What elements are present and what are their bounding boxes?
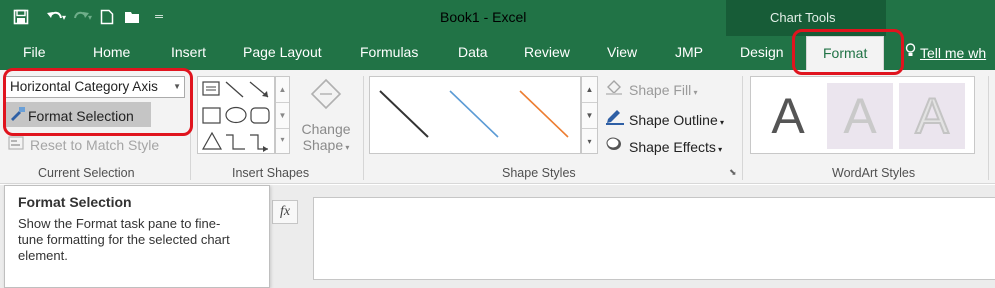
tab-design[interactable]: Design bbox=[740, 44, 784, 60]
tab-data[interactable]: Data bbox=[458, 44, 488, 60]
group-divider bbox=[190, 76, 191, 180]
tab-insert[interactable]: Insert bbox=[171, 44, 206, 60]
save-icon[interactable] bbox=[8, 4, 34, 30]
wordart-style-light[interactable]: A bbox=[827, 83, 893, 149]
pencil-outline-icon bbox=[605, 107, 629, 128]
shape-style-samples bbox=[379, 90, 569, 138]
tell-me-search[interactable]: Tell me wh bbox=[905, 43, 986, 61]
dialog-launcher-icon[interactable]: ⬊ bbox=[729, 167, 737, 178]
tab-formulas[interactable]: Formulas bbox=[360, 44, 418, 60]
format-selection-label: Format Selection bbox=[28, 108, 134, 124]
shape-fill-label: Shape Fill bbox=[629, 82, 692, 98]
reset-to-match-style-button: Reset to Match Style bbox=[8, 136, 159, 153]
wordart-styles-gallery[interactable]: A A A bbox=[750, 76, 975, 154]
paint-bucket-icon bbox=[605, 79, 629, 98]
tab-view[interactable]: View bbox=[607, 44, 637, 60]
shape-fill-button: Shape Fill ▾ bbox=[605, 79, 698, 98]
shape-effects-icon bbox=[605, 136, 629, 155]
tab-format[interactable]: Format bbox=[806, 36, 885, 70]
formula-bar-input[interactable] bbox=[313, 197, 995, 280]
new-document-icon[interactable] bbox=[94, 4, 120, 30]
shape-style-line-sample[interactable] bbox=[519, 90, 569, 138]
scroll-down-icon[interactable]: ▼ bbox=[276, 103, 289, 129]
gallery-expand-icon[interactable]: ▾ bbox=[582, 129, 597, 155]
tab-home[interactable]: Home bbox=[93, 44, 130, 60]
change-shape-label-line2: Shape ▾ bbox=[302, 137, 350, 153]
redo-dropdown-icon: ▾ bbox=[88, 12, 93, 22]
gallery-expand-icon[interactable]: ▾ bbox=[276, 129, 289, 153]
format-selection-button[interactable]: Format Selection bbox=[6, 102, 151, 127]
shape-styles-gallery[interactable] bbox=[369, 76, 581, 154]
wordart-style-plain[interactable]: A bbox=[755, 83, 821, 149]
scroll-up-icon[interactable]: ▲ bbox=[582, 77, 597, 103]
group-label-wordart-styles: WordArt Styles bbox=[832, 166, 916, 180]
scroll-down-icon[interactable]: ▼ bbox=[582, 103, 597, 129]
format-paint-icon bbox=[10, 106, 28, 124]
change-shape-icon bbox=[310, 78, 342, 110]
group-divider bbox=[363, 76, 364, 180]
chart-tools-title: Chart Tools bbox=[770, 10, 836, 25]
group-label-current-selection: Current Selection bbox=[38, 166, 135, 180]
chart-element-selector-value: Horizontal Category Axis bbox=[10, 79, 158, 94]
shapes-gallery-scroll[interactable]: ▲ ▼ ▾ bbox=[275, 76, 290, 154]
undo-dropdown-icon[interactable]: ▾ bbox=[62, 13, 66, 22]
shape-effects-label: Shape Effects bbox=[629, 139, 716, 155]
lightbulb-icon bbox=[905, 43, 916, 61]
change-shape-button: Change Shape ▾ bbox=[296, 76, 356, 166]
shapes-gallery-icons bbox=[201, 81, 270, 152]
shape-effects-button[interactable]: Shape Effects ▾ bbox=[605, 136, 722, 155]
change-shape-label-line1: Change bbox=[301, 121, 351, 137]
tell-me-label: Tell me wh bbox=[920, 45, 987, 61]
format-selection-tooltip: Format Selection Show the Format task pa… bbox=[4, 185, 270, 288]
shape-style-line-sample[interactable] bbox=[379, 90, 429, 138]
group-divider bbox=[742, 76, 743, 180]
tooltip-body: Show the Format task pane to fine-tune f… bbox=[18, 216, 230, 263]
window-title: Book1 - Excel bbox=[440, 9, 527, 25]
shape-style-line-sample[interactable] bbox=[449, 90, 499, 138]
shape-outline-button[interactable]: Shape Outline ▾ bbox=[605, 107, 724, 128]
scroll-up-icon[interactable]: ▲ bbox=[276, 77, 289, 103]
shape-outline-label: Shape Outline bbox=[629, 112, 718, 128]
insert-function-button[interactable]: fx bbox=[272, 200, 298, 224]
reset-to-match-style-label: Reset to Match Style bbox=[30, 137, 160, 153]
tab-file[interactable]: File bbox=[23, 44, 46, 60]
wordart-style-outline[interactable]: A bbox=[899, 83, 965, 149]
tab-jmp[interactable]: JMP bbox=[675, 44, 703, 60]
tooltip-title: Format Selection bbox=[18, 194, 132, 210]
quick-access-toolbar: ▾ ▾ ═ bbox=[8, 4, 172, 30]
group-label-shape-styles: Shape Styles bbox=[502, 166, 576, 180]
tab-page-layout[interactable]: Page Layout bbox=[243, 44, 322, 60]
chart-element-selector[interactable]: Horizontal Category Axis ▼ bbox=[5, 76, 185, 98]
group-label-insert-shapes: Insert Shapes bbox=[232, 166, 310, 180]
insert-shapes-gallery[interactable] bbox=[197, 76, 275, 154]
tab-review[interactable]: Review bbox=[524, 44, 570, 60]
shape-styles-scroll[interactable]: ▲ ▼ ▾ bbox=[581, 76, 598, 154]
chevron-down-icon[interactable]: ▼ bbox=[173, 82, 181, 91]
open-folder-icon[interactable] bbox=[120, 4, 146, 30]
customize-qat-icon[interactable]: ═ bbox=[146, 4, 172, 30]
reset-style-icon bbox=[8, 136, 30, 153]
group-divider bbox=[988, 76, 989, 180]
